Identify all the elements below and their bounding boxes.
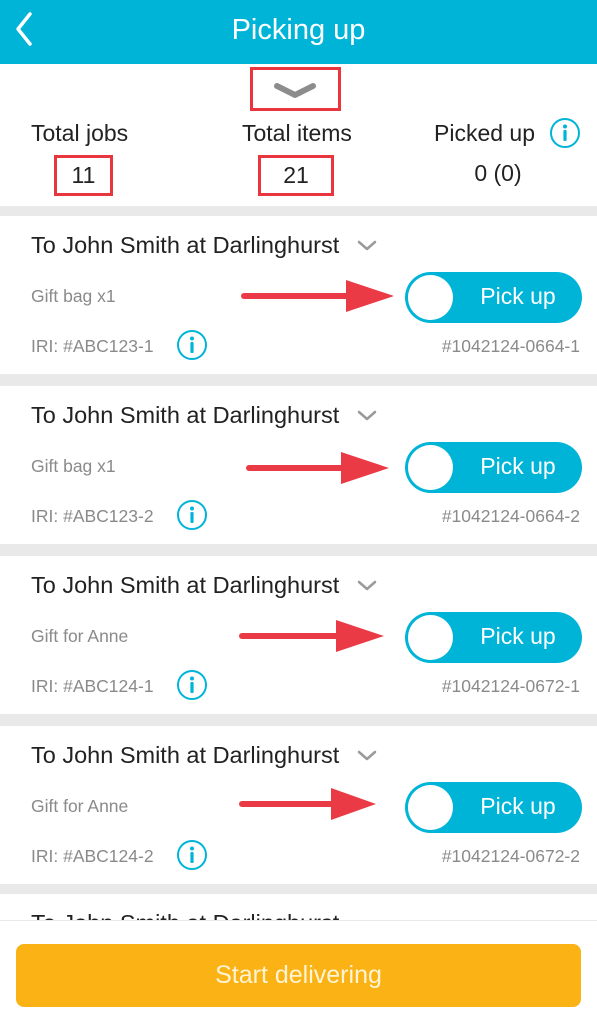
summary-panel: Total jobs 11 Total items 21 Picked up 0… xyxy=(0,64,597,206)
arrow-right-icon xyxy=(241,280,394,312)
toggle-knob xyxy=(408,445,453,490)
collapse-toggle[interactable] xyxy=(250,67,341,111)
chevron-down-icon xyxy=(274,83,316,98)
job-item: Gift for Anne xyxy=(31,626,129,646)
job-card: To John Smith at Darlinghurst Gift bag x… xyxy=(0,216,597,374)
app-header: Picking up xyxy=(0,0,597,64)
job-card: To John Smith at Darlinghurst Gift for A… xyxy=(0,556,597,714)
job-reference: #1042124-0672-2 xyxy=(441,846,580,866)
info-icon[interactable] xyxy=(176,329,208,361)
job-reference: #1042124-0672-1 xyxy=(441,676,580,696)
toggle-label: Pick up xyxy=(480,623,556,649)
toggle-knob xyxy=(408,275,453,320)
job-iri: IRI: #ABC124-1 xyxy=(31,676,154,696)
total-items-label: Total items xyxy=(242,120,352,146)
footer-bar: Start delivering xyxy=(0,921,597,1024)
chevron-down-icon[interactable] xyxy=(356,238,378,252)
job-reference: #1042124-0664-2 xyxy=(441,506,580,526)
pick-up-toggle[interactable]: Pick up xyxy=(405,272,582,323)
picked-up-value: 0 (0) xyxy=(474,160,522,186)
job-card-partial: To John Smith at Darlinghurst xyxy=(0,894,597,920)
total-jobs-value: 11 xyxy=(54,155,113,196)
arrow-right-icon xyxy=(239,788,376,820)
toggle-knob xyxy=(408,615,453,660)
info-icon[interactable] xyxy=(549,117,581,149)
job-card: To John Smith at Darlinghurst Gift bag x… xyxy=(0,386,597,544)
job-title: To John Smith at Darlinghurst xyxy=(31,402,340,428)
pick-up-toggle[interactable]: Pick up xyxy=(405,442,582,493)
job-title: To John Smith at Darlinghurst xyxy=(31,572,340,598)
job-title: To John Smith at Darlinghurst xyxy=(31,232,340,258)
total-jobs-label: Total jobs xyxy=(31,120,129,146)
job-title: To John Smith at Darlinghurst xyxy=(31,742,340,768)
info-icon[interactable] xyxy=(176,839,208,871)
job-item: Gift for Anne xyxy=(31,796,129,816)
info-icon[interactable] xyxy=(176,499,208,531)
job-item: Gift bag x1 xyxy=(31,286,116,306)
pick-up-toggle[interactable]: Pick up xyxy=(405,612,582,663)
job-title: To John Smith at Darlinghurst xyxy=(31,910,339,920)
job-card: To John Smith at Darlinghurst Gift for A… xyxy=(0,726,597,884)
job-iri: IRI: #ABC124-2 xyxy=(31,846,154,866)
toggle-knob xyxy=(408,785,453,830)
job-reference: #1042124-0664-1 xyxy=(441,336,580,356)
pick-up-toggle[interactable]: Pick up xyxy=(405,782,582,833)
info-icon[interactable] xyxy=(176,669,208,701)
toggle-label: Pick up xyxy=(480,793,556,819)
chevron-down-icon[interactable] xyxy=(356,748,378,762)
job-iri: IRI: #ABC123-1 xyxy=(31,336,154,356)
chevron-down-icon[interactable] xyxy=(356,408,378,422)
start-delivering-button[interactable]: Start delivering xyxy=(16,944,581,1007)
arrow-right-icon xyxy=(239,620,384,652)
chevron-down-icon[interactable] xyxy=(356,578,378,592)
picked-up-label: Picked up xyxy=(434,120,536,146)
arrow-right-icon xyxy=(246,452,389,484)
toggle-label: Pick up xyxy=(480,283,556,309)
toggle-label: Pick up xyxy=(480,453,556,479)
job-item: Gift bag x1 xyxy=(31,456,116,476)
total-items-value: 21 xyxy=(258,155,334,196)
job-iri: IRI: #ABC123-2 xyxy=(31,506,154,526)
page-title: Picking up xyxy=(231,14,366,46)
